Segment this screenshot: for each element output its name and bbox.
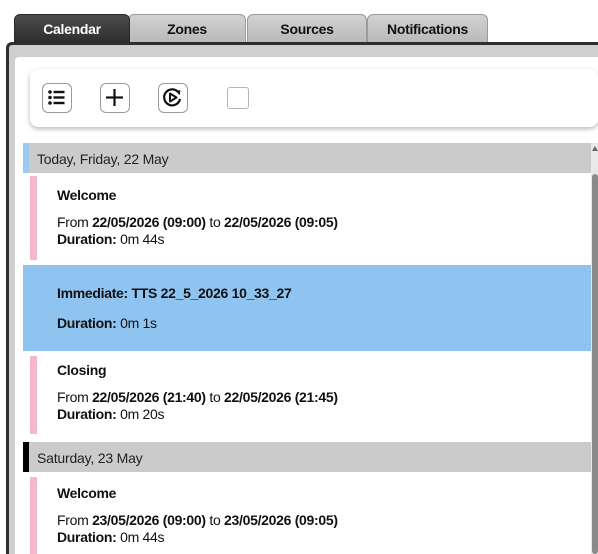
event-item-immediate[interactable]: Immediate: TTS 22_5_2026 10_33_27 Durati… bbox=[23, 265, 591, 351]
event-title: Immediate: TTS 22_5_2026 10_33_27 bbox=[57, 285, 292, 301]
list-view-button[interactable] bbox=[42, 83, 72, 113]
event-duration: Duration: 0m 20s bbox=[57, 406, 165, 422]
event-title: Closing bbox=[57, 362, 107, 378]
list-icon bbox=[48, 90, 65, 105]
event-title: Welcome bbox=[57, 187, 117, 203]
plus-icon bbox=[106, 89, 123, 106]
to-label: to bbox=[209, 214, 221, 230]
duration-label: Duration: bbox=[57, 315, 117, 331]
event-end: 22/05/2026 (09:05) bbox=[224, 214, 338, 230]
tab-zones[interactable]: Zones bbox=[128, 14, 246, 42]
event-end: 23/05/2026 (09:05) bbox=[224, 512, 338, 528]
event-time-range: From 22/05/2026 (21:40) to 22/05/2026 (2… bbox=[57, 389, 338, 405]
event-duration: Duration: 0m 44s bbox=[57, 231, 165, 247]
duration-value: 0m 1s bbox=[120, 315, 157, 331]
event-list: Today, Friday, 22 May Welcome From 22/05… bbox=[23, 143, 591, 554]
event-start: 23/05/2026 (09:00) bbox=[92, 512, 206, 528]
from-label: From bbox=[57, 389, 89, 405]
to-label: to bbox=[209, 512, 221, 528]
scroll-up-icon[interactable] bbox=[592, 146, 598, 151]
duration-label: Duration: bbox=[57, 231, 117, 247]
scrollbar-thumb[interactable] bbox=[592, 174, 598, 554]
event-item-closing[interactable]: Closing From 22/05/2026 (21:40) to 22/05… bbox=[23, 353, 591, 437]
event-duration: Duration: 0m 44s bbox=[57, 529, 165, 545]
from-label: From bbox=[57, 512, 89, 528]
tab-calendar[interactable]: Calendar bbox=[14, 14, 130, 42]
day-marker bbox=[23, 442, 29, 472]
duration-label: Duration: bbox=[57, 406, 117, 422]
today-marker bbox=[23, 143, 29, 173]
day-header-saturday: Saturday, 23 May bbox=[23, 442, 591, 472]
duration-value: 0m 20s bbox=[120, 406, 165, 422]
event-color-stripe bbox=[30, 477, 37, 554]
from-label: From bbox=[57, 214, 89, 230]
duration-value: 0m 44s bbox=[120, 231, 165, 247]
event-end: 22/05/2026 (21:45) bbox=[224, 389, 338, 405]
day-header-today: Today, Friday, 22 May bbox=[23, 143, 591, 173]
duration-label: Duration: bbox=[57, 529, 117, 545]
event-time-range: From 22/05/2026 (09:00) to 22/05/2026 (0… bbox=[57, 214, 338, 230]
tab-bar: Notifications Sources Zones Calendar bbox=[0, 0, 598, 44]
tab-notifications[interactable]: Notifications bbox=[367, 14, 488, 42]
select-all-checkbox[interactable] bbox=[227, 87, 249, 109]
event-start: 22/05/2026 (21:40) bbox=[92, 389, 206, 405]
day-header-label: Saturday, 23 May bbox=[37, 450, 143, 466]
add-event-button[interactable] bbox=[100, 83, 130, 113]
event-color-stripe bbox=[30, 176, 37, 260]
to-label: to bbox=[209, 389, 221, 405]
calendar-app: Notifications Sources Zones Calendar Tod… bbox=[0, 0, 598, 554]
event-duration: Duration: 0m 1s bbox=[57, 315, 157, 331]
event-title: Welcome bbox=[57, 485, 117, 501]
event-item-welcome[interactable]: Welcome From 22/05/2026 (09:00) to 22/05… bbox=[23, 173, 591, 263]
duration-value: 0m 44s bbox=[120, 529, 165, 545]
event-time-range: From 23/05/2026 (09:00) to 23/05/2026 (0… bbox=[57, 512, 338, 528]
calendar-toolbar bbox=[30, 69, 598, 127]
play-now-button[interactable] bbox=[158, 83, 188, 113]
tab-sources[interactable]: Sources bbox=[247, 14, 367, 42]
day-header-label: Today, Friday, 22 May bbox=[37, 151, 169, 167]
event-color-stripe bbox=[30, 356, 37, 434]
play-cycle-icon bbox=[163, 88, 182, 107]
event-start: 22/05/2026 (09:00) bbox=[92, 214, 206, 230]
event-item-welcome[interactable]: Welcome From 23/05/2026 (09:00) to 23/05… bbox=[23, 474, 591, 554]
